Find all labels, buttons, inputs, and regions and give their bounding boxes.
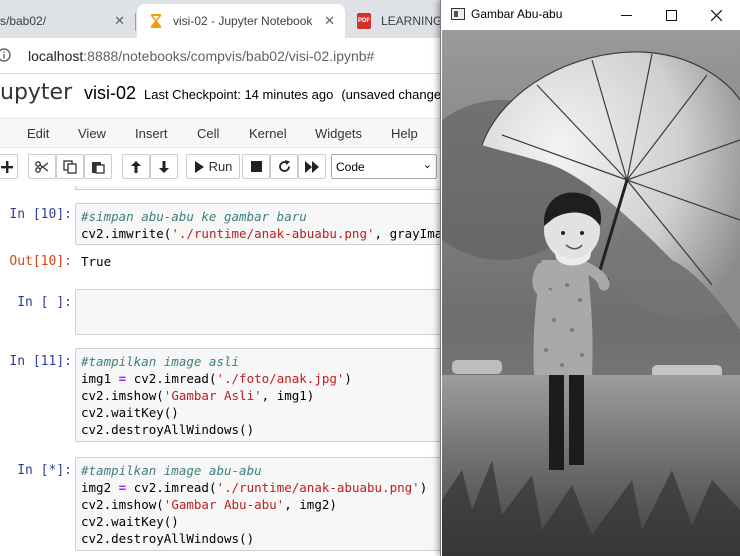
input-prompt: In [11]: — [9, 354, 72, 369]
move-down-button[interactable] — [150, 154, 178, 179]
arrow-up-icon — [131, 160, 141, 173]
menu-insert[interactable]: Insert — [135, 126, 168, 141]
url-host: localhost — [28, 48, 84, 64]
code-text: , grayIma — [374, 226, 443, 241]
window-title-bar[interactable]: Gambar Abu-abu — [441, 0, 740, 30]
code-cell-empty[interactable] — [75, 289, 455, 335]
run-label: Run — [208, 159, 233, 174]
code-string: './foto/anak.jpg' — [216, 371, 345, 386]
close-button[interactable] — [701, 4, 731, 26]
menu-kernel[interactable]: Kernel — [249, 126, 287, 141]
restart-kernel-button[interactable] — [270, 154, 298, 179]
paste-button[interactable] — [84, 154, 112, 179]
code-comment: #simpan abu-abu ke gambar baru — [81, 209, 307, 224]
fast-forward-icon — [305, 160, 319, 173]
stop-icon — [250, 161, 262, 172]
chevron-down-icon: ⌄ — [422, 159, 432, 171]
code-text: cv2.imread( — [126, 480, 217, 495]
input-prompt: In [ ]: — [17, 295, 72, 310]
tab-title: s/bab02/ — [0, 14, 47, 28]
window-title: Gambar Abu-abu — [471, 7, 563, 21]
input-prompt: In [*]: — [17, 463, 72, 478]
code-text: , img1) — [261, 388, 315, 403]
menu-cell[interactable]: Cell — [197, 126, 219, 141]
code-cell-running[interactable]: #tampilkan image abu-abu img2 = cv2.imre… — [75, 457, 455, 551]
code-text: cv2.imshow( — [81, 388, 164, 403]
tab-separator — [135, 13, 136, 31]
code-string: './runtime/anak-abuabu.png' — [171, 226, 375, 241]
browser-tab-folder[interactable]: s/bab02/ ✕ — [0, 4, 135, 38]
checkpoint-status: Last Checkpoint: 14 minutes ago (unsaved … — [144, 87, 448, 102]
menu-help[interactable]: Help — [391, 126, 418, 141]
copy-button[interactable] — [56, 154, 84, 179]
code-text: cv2.waitKey() — [81, 514, 179, 529]
minimize-button[interactable] — [611, 4, 641, 26]
paste-icon — [92, 161, 105, 174]
tab-title: LEARNING_ — [381, 14, 450, 28]
menu-edit[interactable]: Edit — [27, 126, 49, 141]
url-path: :8888/notebooks/compvis/bab02/visi-02.ip… — [83, 48, 375, 64]
cell-type-value: Code — [336, 159, 365, 174]
copy-icon — [63, 159, 77, 174]
interrupt-kernel-button[interactable] — [242, 154, 270, 179]
browser-tab-notebook[interactable]: visi-02 - Jupyter Notebook ✕ — [137, 4, 345, 38]
play-icon — [194, 160, 204, 173]
tab-title: visi-02 - Jupyter Notebook — [173, 14, 313, 28]
restart-icon — [278, 160, 290, 172]
cut-button[interactable] — [28, 154, 56, 179]
scissors-icon — [35, 160, 49, 173]
window-app-icon — [451, 8, 465, 20]
output-prompt: Out[10]: — [9, 254, 72, 269]
code-text: cv2.imread( — [126, 371, 217, 386]
minimize-icon — [620, 14, 632, 16]
menu-widgets[interactable]: Widgets — [315, 126, 362, 141]
code-text: cv2.destroyAllWindows() — [81, 422, 255, 437]
jupyter-logo[interactable]: upyter — [0, 80, 72, 105]
code-text: img2 — [81, 480, 119, 495]
menu-view[interactable]: View — [78, 126, 106, 141]
code-text: cv2.waitKey() — [81, 405, 179, 420]
code-cell[interactable]: #simpan abu-abu ke gambar baru cv2.imwri… — [75, 203, 455, 245]
move-up-button[interactable] — [122, 154, 150, 179]
url-text[interactable]: localhost:8888/notebooks/compvis/bab02/v… — [28, 48, 374, 64]
close-icon — [710, 9, 722, 21]
code-text: , img2) — [284, 497, 337, 512]
insert-cell-button[interactable] — [0, 154, 18, 179]
tab-close-icon[interactable]: ✕ — [114, 13, 125, 29]
code-string: 'Gambar Abu-abu' — [163, 497, 285, 512]
hourglass-icon — [151, 14, 161, 28]
restart-run-all-button[interactable] — [298, 154, 326, 179]
code-text: cv2.imshow( — [81, 497, 164, 512]
pdf-icon: PDF — [357, 13, 371, 29]
code-text: cv2.destroyAllWindows() — [81, 531, 255, 546]
code-string: 'Gambar Asli' — [163, 388, 262, 403]
maximize-icon — [665, 9, 677, 21]
previous-cell-edge — [75, 186, 455, 190]
grayscale-photo — [442, 30, 740, 556]
code-comment: #tampilkan image asli — [81, 354, 240, 369]
cell-output: True — [81, 254, 112, 269]
run-button[interactable]: Run — [186, 154, 240, 179]
code-cell[interactable]: #tampilkan image asli img1 = cv2.imread(… — [75, 348, 455, 442]
grayscale-photo-drawing — [442, 30, 740, 556]
maximize-button[interactable] — [656, 4, 686, 26]
code-comment: #tampilkan image abu-abu — [81, 463, 262, 478]
unsaved-indicator: (unsaved changes — [341, 87, 448, 102]
code-string: './runtime/anak-abuabu.png' — [216, 480, 420, 495]
arrow-down-icon — [159, 160, 169, 173]
code-text: img1 — [81, 371, 119, 386]
opencv-image-window[interactable]: Gambar Abu-abu — [440, 0, 740, 556]
tab-close-icon[interactable]: ✕ — [324, 13, 335, 29]
code-text: cv2.imwrite( — [81, 226, 172, 241]
cell-type-select[interactable]: Code ⌄ — [331, 154, 437, 179]
info-icon[interactable] — [0, 47, 12, 63]
checkpoint-text: Last Checkpoint: 14 minutes ago — [144, 87, 334, 102]
code-text: ) — [419, 480, 428, 495]
code-text: ) — [344, 371, 352, 386]
input-prompt: In [10]: — [9, 207, 72, 222]
plus-icon — [1, 160, 13, 173]
notebook-name[interactable]: visi-02 — [84, 83, 136, 104]
